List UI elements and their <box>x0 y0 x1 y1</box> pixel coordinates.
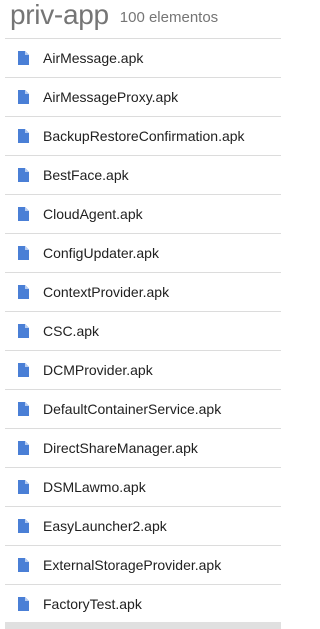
file-icon <box>18 285 29 299</box>
folder-title: priv-app <box>10 0 109 30</box>
file-row[interactable]: ContextProvider.apk <box>5 273 281 312</box>
file-icon <box>18 597 29 611</box>
file-icon <box>18 519 29 533</box>
file-row[interactable]: ConfigUpdater.apk <box>5 234 281 273</box>
file-name: DCMProvider.apk <box>43 362 153 378</box>
file-row[interactable]: BackupRestoreConfirmation.apk <box>5 117 281 156</box>
file-row[interactable]: CSC.apk <box>5 312 281 351</box>
file-icon <box>18 324 29 338</box>
file-row[interactable]: DirectShareManager.apk <box>5 429 281 468</box>
item-count: 100 elementos <box>119 9 219 26</box>
file-name: ContextProvider.apk <box>43 284 170 300</box>
file-icon <box>18 90 29 104</box>
file-list: AirMessage.apk AirMessageProxy.apk Backu… <box>5 38 281 624</box>
file-row[interactable]: DSMLawmo.apk <box>5 468 281 507</box>
file-row[interactable]: AirMessage.apk <box>5 39 281 78</box>
file-icon <box>18 558 29 572</box>
folder-header: priv-app 100 elementos <box>0 0 283 38</box>
file-name: CSC.apk <box>43 323 100 339</box>
file-name: BackupRestoreConfirmation.apk <box>43 128 245 144</box>
file-row[interactable]: CloudAgent.apk <box>5 195 281 234</box>
file-row[interactable]: FactoryTest.apk <box>5 585 281 624</box>
file-icon <box>18 51 29 65</box>
file-icon <box>18 129 29 143</box>
file-icon <box>18 207 29 221</box>
file-name: EasyLauncher2.apk <box>43 518 167 534</box>
file-name: DSMLawmo.apk <box>43 479 146 495</box>
file-row[interactable]: DefaultContainerService.apk <box>5 390 281 429</box>
file-name: AirMessage.apk <box>43 50 144 66</box>
file-icon <box>18 363 29 377</box>
file-row[interactable]: EasyLauncher2.apk <box>5 507 281 546</box>
file-icon <box>18 402 29 416</box>
file-row[interactable]: ExternalStorageProvider.apk <box>5 546 281 585</box>
file-row[interactable]: DCMProvider.apk <box>5 351 281 390</box>
file-icon <box>18 246 29 260</box>
file-row[interactable]: BestFace.apk <box>5 156 281 195</box>
file-row[interactable]: AirMessageProxy.apk <box>5 78 281 117</box>
file-name: CloudAgent.apk <box>43 206 143 222</box>
file-icon <box>18 480 29 494</box>
file-name: ExternalStorageProvider.apk <box>43 557 222 573</box>
file-name: DefaultContainerService.apk <box>43 401 222 417</box>
file-name: ConfigUpdater.apk <box>43 245 159 261</box>
file-icon <box>18 168 29 182</box>
file-name: FactoryTest.apk <box>43 596 142 612</box>
file-name: BestFace.apk <box>43 167 129 183</box>
file-name: DirectShareManager.apk <box>43 440 198 456</box>
file-name: AirMessageProxy.apk <box>43 89 179 105</box>
file-icon <box>18 441 29 455</box>
horizontal-scrollbar[interactable] <box>5 622 281 629</box>
